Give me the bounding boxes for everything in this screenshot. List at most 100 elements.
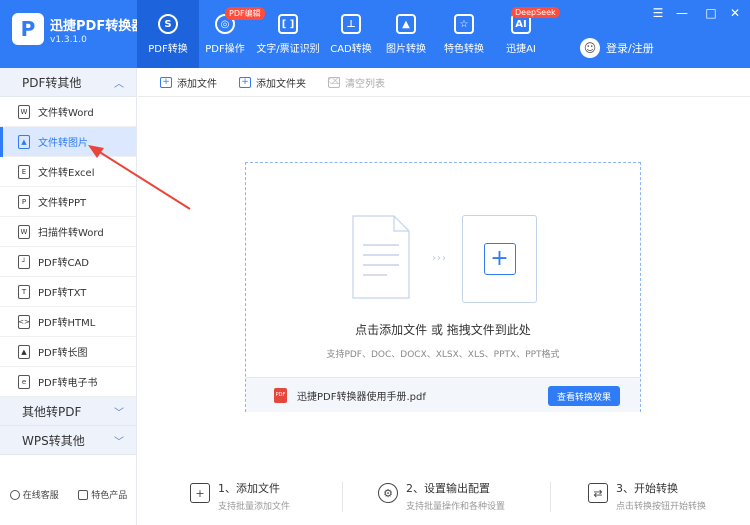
plus-icon: + [483,243,516,275]
ppt-file-icon: P [18,194,30,209]
toolbar: + 添加文件 + 添加文件夹 ⌫ 清空列表 [138,68,750,97]
close-icon[interactable]: ✕ [727,6,743,20]
group-wps-to-other[interactable]: WPS转其他 ﹀ [0,426,136,455]
group-other-to-pdf[interactable]: 其他转PDF ﹀ [0,397,136,426]
main-nav: S PDF转换 PDF编辑 ◎ PDF操作 [ ] 文字/票证识别 ⊥ CAD转… [137,0,560,68]
group-pdf-to-other[interactable]: PDF转其他 ︿ [0,68,136,97]
sidebar-item-label: 扫描件转Word [38,228,104,239]
app-logo: P [12,13,44,45]
group-label: 其他转PDF [22,404,82,419]
chevron-down-icon: ﹀ [114,407,124,419]
nav-cad[interactable]: ⊥ CAD转换 [325,0,377,68]
file-drop-zone[interactable]: ››› + 点击添加文件 或 拖拽文件到此处 支持PDF、DOC、DOCX、XL… [245,162,641,412]
nav-image[interactable]: ▲ 图片转换 [377,0,435,68]
convert-icon: S [158,14,178,34]
step-title: 2、设置输出配置 [406,482,490,495]
button-label: 添加文件 [177,78,217,90]
nav-ai[interactable]: DeepSeek AI 迅捷AI [493,0,560,68]
menu-icon[interactable]: ☰ [650,6,666,20]
sidebar-item-image[interactable]: ▲ 文件转图片 [0,127,136,157]
image-icon: ▲ [396,14,416,34]
grid-icon [78,490,89,500]
sidebar-item-excel[interactable]: E 文件转Excel [0,157,136,187]
headset-icon [9,490,20,500]
settings-gear-icon: ⚙ [378,483,398,503]
step-title: 3、开始转换 [616,482,678,495]
view-result-button[interactable]: 查看转换效果 [547,386,620,406]
sidebar-item-label: 文件转图片 [38,138,88,149]
manual-file-name: 迅捷PDF转换器使用手册.pdf [297,391,426,403]
button-label: 添加文件夹 [256,78,306,90]
nav-label: CAD转换 [330,44,372,55]
divider [342,482,343,512]
group-label: WPS转其他 [22,433,85,448]
sidebar-item-cad[interactable]: ┘ PDF转CAD [0,247,136,277]
login-area[interactable]: ☺ 登录/注册 [580,38,654,58]
nav-label: PDF转换 [148,44,188,55]
nav-special[interactable]: ☆ 特色转换 [435,0,493,68]
sidebar-item-label: PDF转长图 [38,348,88,359]
online-service-link[interactable]: 在线客服 [9,488,59,501]
excel-file-icon: E [18,164,30,179]
add-folder-icon: + [239,76,251,88]
nav-label: 文字/票证识别 [256,44,320,55]
steps-guide: + 1、添加文件支持批量添加文件 ⚙ 2、设置输出配置支持批量操作和各种设置 ⇄… [138,470,750,525]
step-sub: 支持批量添加文件 [218,502,291,512]
sidebar-item-label: PDF转电子书 [38,378,98,389]
chevron-up-icon: ︿ [114,78,124,90]
txt-file-icon: T [18,284,30,299]
arrows-icon: ››› [432,253,447,264]
nav-ocr[interactable]: [ ] 文字/票证识别 [251,0,325,68]
nav-label: 特色转换 [444,44,484,55]
featured-products-link[interactable]: 特色产品 [78,488,127,501]
star-icon: ☆ [454,14,474,34]
image-file-icon: ▲ [18,134,30,149]
add-file-button[interactable]: + 添加文件 [160,75,217,90]
word-file-icon: W [18,104,30,119]
sidebar-item-label: PDF转TXT [38,288,87,299]
step-add-file: + 1、添加文件支持批量添加文件 [190,480,290,512]
clear-list-button[interactable]: ⌫ 清空列表 [328,75,385,90]
footer-label: 特色产品 [91,491,128,501]
step-start: ⇄ 3、开始转换点击转换按钮开始转换 [588,480,706,512]
nav-pdf-operate[interactable]: PDF编辑 ◎ PDF操作 [199,0,265,68]
cad-icon: ⊥ [341,14,361,34]
nav-pdf-convert[interactable]: S PDF转换 [137,0,199,68]
sidebar-item-label: PDF转CAD [38,258,90,269]
sidebar-item-label: 文件转Excel [38,168,95,179]
group-label: PDF转其他 [22,75,82,90]
nav-label: PDF操作 [205,44,245,55]
app-title: 迅捷PDF转换器 [50,19,145,34]
add-folder-button[interactable]: + 添加文件夹 [239,75,306,90]
sidebar-item-html[interactable]: <> PDF转HTML [0,307,136,337]
trash-icon: ⌫ [327,76,341,88]
cad-file-icon: ┘ [18,254,30,269]
manual-file-row[interactable]: PDF 迅捷PDF转换器使用手册.pdf 查看转换效果 [246,377,640,412]
footer-label: 在线客服 [22,491,59,501]
sidebar-footer: 在线客服 特色产品 [0,488,137,501]
app-version: v1.3.1.0 [50,35,87,45]
sidebar-item-ppt[interactable]: P 文件转PPT [0,187,136,217]
step-sub: 点击转换按钮开始转换 [616,502,707,512]
add-file-box[interactable]: + [462,215,537,303]
divider [550,482,551,512]
sidebar-item-long-image[interactable]: ▲ PDF转长图 [0,337,136,367]
sidebar-item-word[interactable]: W 文件转Word [0,97,136,127]
sidebar-item-label: PDF转HTML [38,318,96,329]
maximize-icon[interactable]: □ [703,6,719,20]
html-file-icon: <> [18,314,30,329]
start-convert-icon: ⇄ [588,483,608,503]
ocr-icon: [ ] [278,14,298,34]
minimize-icon[interactable]: — [674,6,690,20]
chevron-down-icon: ﹀ [114,436,124,448]
sidebar-item-ebook[interactable]: e PDF转电子书 [0,367,136,397]
sidebar-item-scan[interactable]: W 扫描件转Word [0,217,136,247]
avatar: ☺ [580,38,600,58]
supported-formats: 支持PDF、DOC、DOCX、XLSX、XLS、PPTX、PPT格式 [326,350,560,360]
step-title: 1、添加文件 [218,482,280,495]
add-file-icon: + [160,76,172,88]
sidebar-item-txt[interactable]: T PDF转TXT [0,277,136,307]
step-sub: 支持批量操作和各种设置 [406,502,506,512]
sidebar: PDF转其他 ︿ W 文件转Word ▲ 文件转图片 E 文件转Excel P 文件转P… [0,68,137,525]
add-file-step-icon: + [190,483,210,503]
